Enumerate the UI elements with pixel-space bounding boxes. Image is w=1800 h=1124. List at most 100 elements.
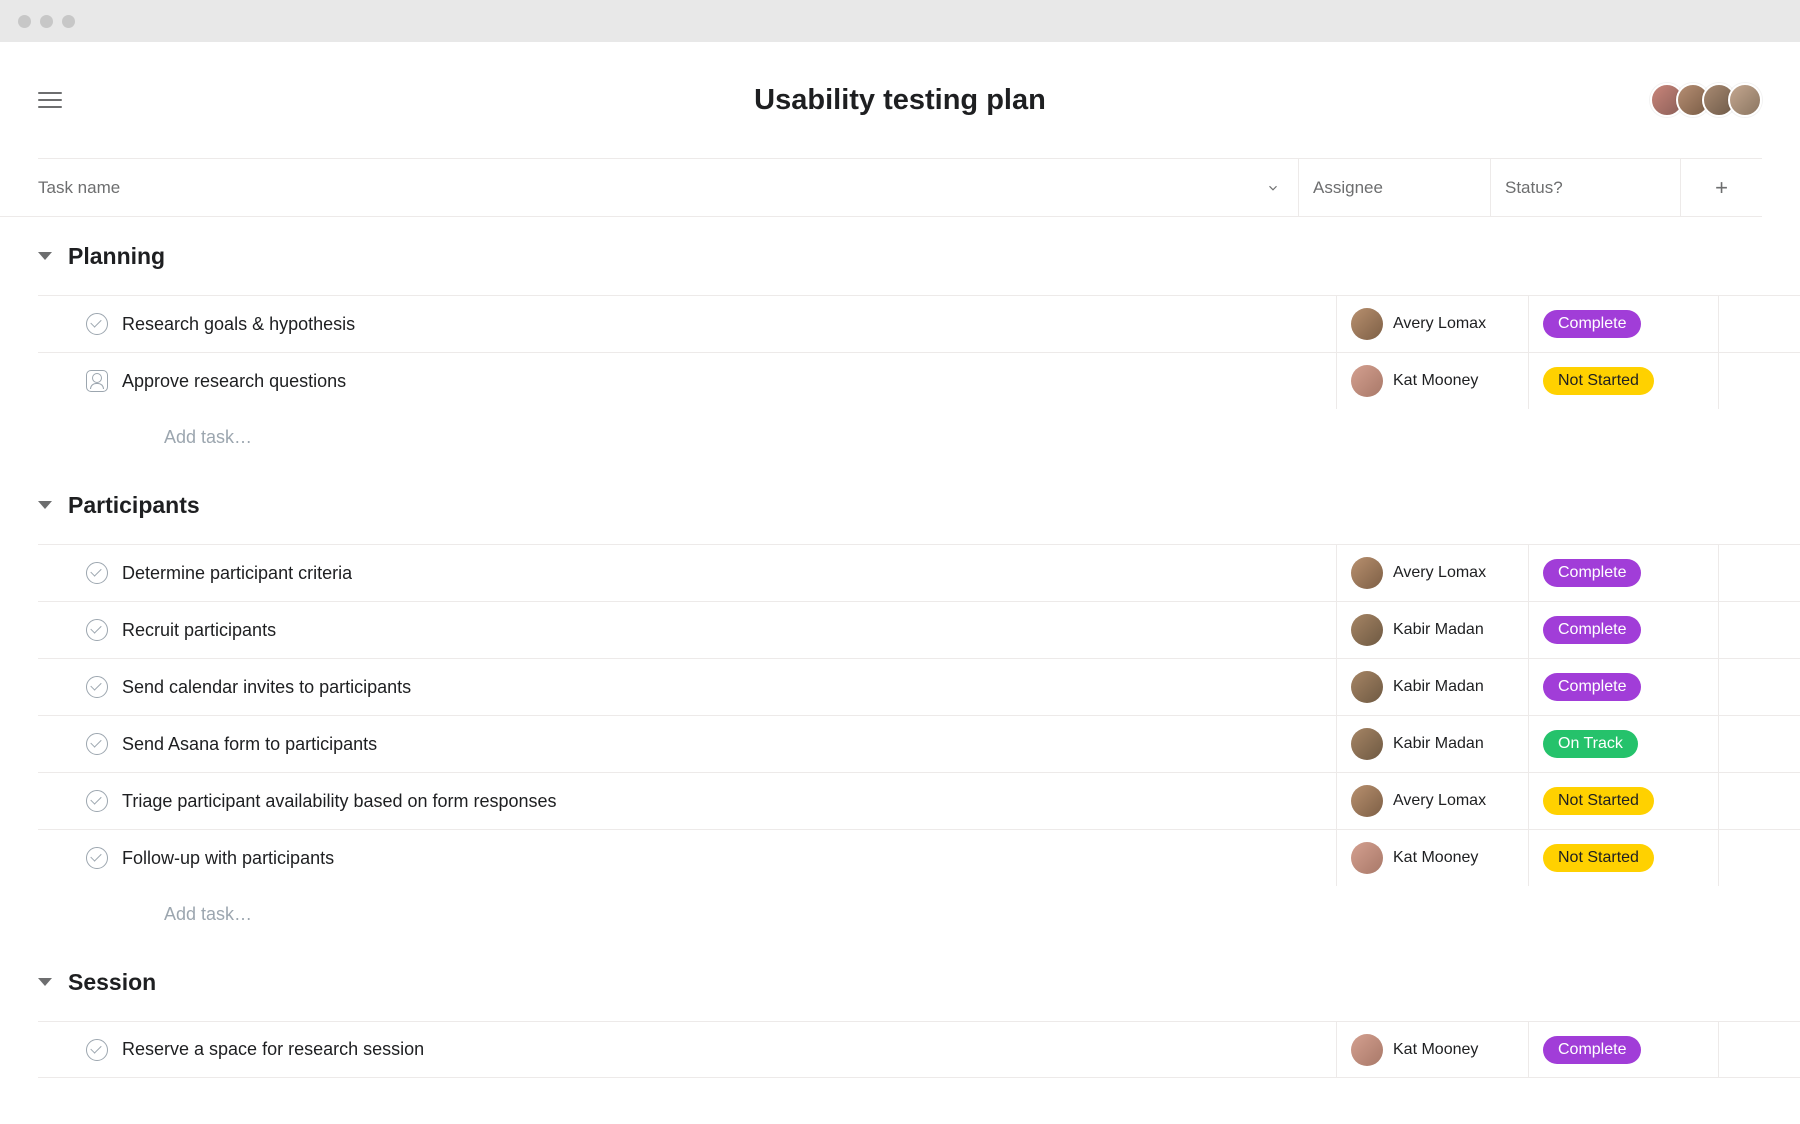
- check-circle-icon[interactable]: [86, 790, 108, 812]
- section-header[interactable]: Planning: [38, 217, 1800, 295]
- assignee-cell[interactable]: Kabir Madan: [1336, 716, 1528, 772]
- section: Planning Research goals & hypothesis Avery…: [0, 217, 1800, 466]
- task-main[interactable]: Send Asana form to participants: [38, 733, 1336, 755]
- assignee-cell[interactable]: Kat Mooney: [1336, 1022, 1528, 1077]
- task-main[interactable]: Recruit participants: [38, 619, 1336, 641]
- section-title: Planning: [68, 243, 165, 270]
- add-task-button[interactable]: Add task…: [38, 886, 1800, 943]
- extra-cell: [1718, 545, 1800, 601]
- collapse-triangle-icon[interactable]: [38, 978, 52, 986]
- column-task-name-label: Task name: [38, 178, 120, 198]
- assignee-cell[interactable]: Kabir Madan: [1336, 602, 1528, 658]
- extra-cell: [1718, 602, 1800, 658]
- task-main[interactable]: Send calendar invites to participants: [38, 676, 1336, 698]
- column-task-name[interactable]: Task name: [38, 178, 1298, 198]
- task-row[interactable]: Approve research questions Kat Mooney Not …: [38, 352, 1800, 409]
- status-badge: Not Started: [1543, 787, 1654, 815]
- check-circle-icon[interactable]: [86, 1039, 108, 1061]
- check-circle-icon[interactable]: [86, 847, 108, 869]
- task-row[interactable]: Research goals & hypothesis Avery Lomax Co…: [38, 295, 1800, 352]
- task-main[interactable]: Follow-up with participants: [38, 847, 1336, 869]
- task-title: Research goals & hypothesis: [122, 314, 355, 335]
- task-main[interactable]: Reserve a space for research session: [38, 1039, 1336, 1061]
- section-title: Session: [68, 969, 156, 996]
- add-task-button[interactable]: Add task…: [38, 409, 1800, 466]
- check-circle-icon[interactable]: [86, 562, 108, 584]
- assignee-cell[interactable]: Avery Lomax: [1336, 545, 1528, 601]
- task-row[interactable]: Determine participant criteria Avery Loma…: [38, 544, 1800, 601]
- task-title: Triage participant availability based on…: [122, 791, 557, 812]
- status-cell[interactable]: On Track: [1528, 716, 1718, 772]
- check-circle-icon[interactable]: [86, 313, 108, 335]
- extra-cell: [1718, 830, 1800, 886]
- assignee-name: Kat Mooney: [1393, 372, 1478, 390]
- column-status-label: Status?: [1505, 178, 1563, 198]
- task-row[interactable]: Send Asana form to participants Kabir Mad…: [38, 715, 1800, 772]
- task-row[interactable]: Reserve a space for research session Kat …: [38, 1021, 1800, 1078]
- assignee-avatar: [1351, 1034, 1383, 1066]
- task-row[interactable]: Triage participant availability based on…: [38, 772, 1800, 829]
- column-assignee-label: Assignee: [1313, 178, 1383, 198]
- task-main[interactable]: Determine participant criteria: [38, 562, 1336, 584]
- status-cell[interactable]: Complete: [1528, 602, 1718, 658]
- collapse-triangle-icon[interactable]: [38, 252, 52, 260]
- assignee-name: Kat Mooney: [1393, 849, 1478, 867]
- hamburger-menu-icon[interactable]: [38, 88, 62, 112]
- assignee-name: Avery Lomax: [1393, 315, 1486, 333]
- section-header[interactable]: Session: [38, 943, 1800, 1021]
- task-title: Reserve a space for research session: [122, 1039, 424, 1060]
- page-title: Usability testing plan: [754, 84, 1046, 117]
- assignee-cell[interactable]: Avery Lomax: [1336, 773, 1528, 829]
- check-circle-icon[interactable]: [86, 619, 108, 641]
- column-assignee[interactable]: Assignee: [1298, 159, 1490, 216]
- chevron-down-icon[interactable]: [1266, 181, 1280, 195]
- check-circle-icon[interactable]: [86, 733, 108, 755]
- traffic-close-icon[interactable]: [18, 15, 31, 28]
- assignee-cell[interactable]: Kat Mooney: [1336, 830, 1528, 886]
- task-main[interactable]: Approve research questions: [38, 370, 1336, 392]
- app-header: Usability testing plan: [0, 42, 1800, 158]
- section-title: Participants: [68, 492, 200, 519]
- plus-icon: +: [1715, 175, 1728, 201]
- task-title: Determine participant criteria: [122, 563, 352, 584]
- traffic-zoom-icon[interactable]: [62, 15, 75, 28]
- status-badge: Not Started: [1543, 844, 1654, 872]
- extra-cell: [1718, 773, 1800, 829]
- add-column-button[interactable]: +: [1680, 159, 1762, 216]
- status-cell[interactable]: Complete: [1528, 296, 1718, 352]
- assignee-name: Kabir Madan: [1393, 678, 1484, 696]
- status-cell[interactable]: Complete: [1528, 545, 1718, 601]
- task-main[interactable]: Triage participant availability based on…: [38, 790, 1336, 812]
- assignee-cell[interactable]: Kat Mooney: [1336, 353, 1528, 409]
- task-row[interactable]: Send calendar invites to participants Kab…: [38, 658, 1800, 715]
- assignee-name: Kabir Madan: [1393, 621, 1484, 639]
- status-badge: Complete: [1543, 1036, 1641, 1064]
- collaborator-avatars[interactable]: [1650, 83, 1762, 117]
- status-cell[interactable]: Complete: [1528, 659, 1718, 715]
- task-main[interactable]: Research goals & hypothesis: [38, 313, 1336, 335]
- status-cell[interactable]: Not Started: [1528, 773, 1718, 829]
- collapse-triangle-icon[interactable]: [38, 501, 52, 509]
- assignee-name: Kabir Madan: [1393, 735, 1484, 753]
- task-title: Send calendar invites to participants: [122, 677, 411, 698]
- window-titlebar: [0, 0, 1800, 42]
- assignee-avatar: [1351, 728, 1383, 760]
- collaborator-avatar[interactable]: [1728, 83, 1762, 117]
- check-circle-icon[interactable]: [86, 676, 108, 698]
- section: Session Reserve a space for research sess…: [0, 943, 1800, 1078]
- status-cell[interactable]: Not Started: [1528, 353, 1718, 409]
- section: Participants Determine participant criter…: [0, 466, 1800, 943]
- assignee-avatar: [1351, 671, 1383, 703]
- status-cell[interactable]: Complete: [1528, 1022, 1718, 1077]
- column-status[interactable]: Status?: [1490, 159, 1680, 216]
- assignee-avatar: [1351, 557, 1383, 589]
- status-cell[interactable]: Not Started: [1528, 830, 1718, 886]
- section-header[interactable]: Participants: [38, 466, 1800, 544]
- status-badge: Complete: [1543, 673, 1641, 701]
- approval-icon[interactable]: [86, 370, 108, 392]
- assignee-cell[interactable]: Avery Lomax: [1336, 296, 1528, 352]
- traffic-minimize-icon[interactable]: [40, 15, 53, 28]
- task-row[interactable]: Recruit participants Kabir Madan Complete: [38, 601, 1800, 658]
- task-row[interactable]: Follow-up with participants Kat Mooney Not…: [38, 829, 1800, 886]
- assignee-cell[interactable]: Kabir Madan: [1336, 659, 1528, 715]
